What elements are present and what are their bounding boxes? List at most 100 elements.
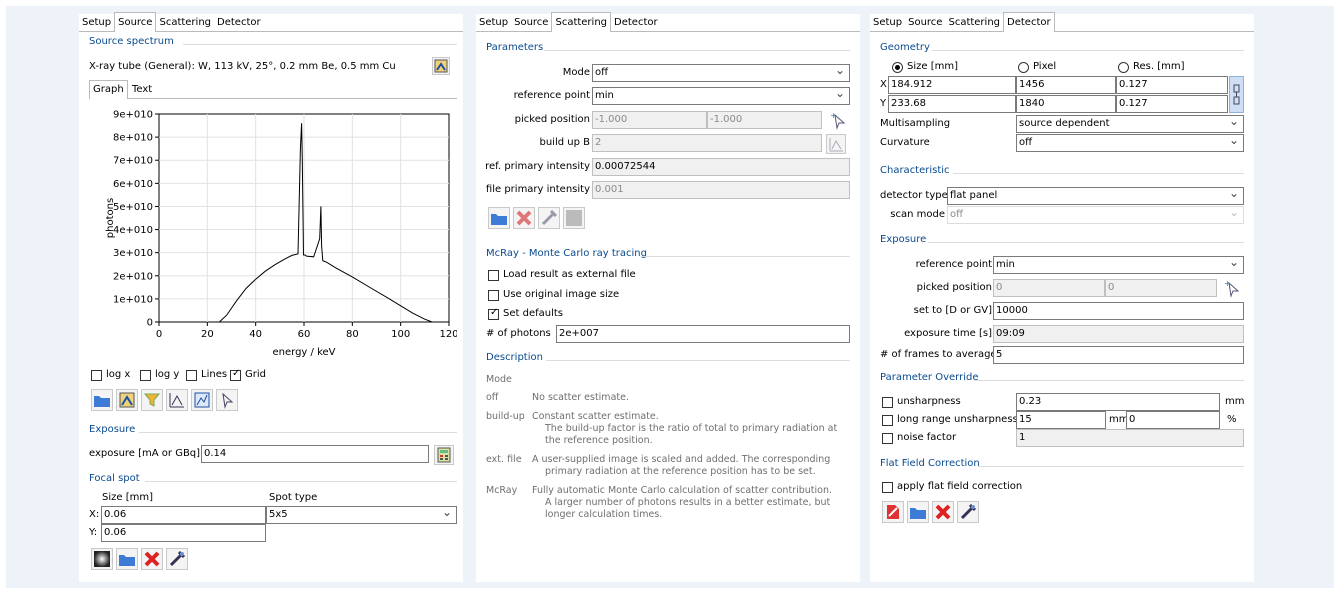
spot-delete-button[interactable] <box>141 548 163 570</box>
folder-icon <box>119 555 135 566</box>
size-radio-label: Size [mm] <box>907 61 958 72</box>
open-button[interactable] <box>91 389 113 411</box>
lines-checkbox[interactable] <box>186 370 197 381</box>
mode-select[interactable]: off <box>592 64 850 82</box>
tab-source[interactable]: Source <box>905 14 945 32</box>
spot-wizard-button[interactable] <box>166 548 188 570</box>
flat-field-checkbox[interactable] <box>882 482 893 493</box>
build-up-input[interactable]: 2 <box>592 134 822 152</box>
long-range-percent-input[interactable]: 0 <box>1126 411 1220 429</box>
edit-chart-icon <box>434 59 448 73</box>
tab-setup[interactable]: Setup <box>476 14 511 32</box>
detector-type-select[interactable]: flat panel <box>947 187 1244 205</box>
scan-mode-select[interactable]: off <box>947 206 1244 224</box>
unsharpness-input[interactable]: 0.23 <box>1016 393 1220 411</box>
long-range-checkbox[interactable] <box>882 415 893 426</box>
multisampling-select[interactable]: source dependent <box>1016 115 1244 133</box>
section-divider <box>975 380 1244 381</box>
size-radio[interactable] <box>892 62 903 73</box>
load-external-label: Load result as external file <box>503 269 636 280</box>
noise-factor-input[interactable]: 1 <box>1016 429 1244 447</box>
picked-y-input[interactable]: -1.000 <box>707 111 822 129</box>
main-tabs: Setup Source Scattering Detector <box>870 12 1055 32</box>
exposure-input[interactable]: 0.14 <box>201 445 429 463</box>
set-defaults-checkbox[interactable] <box>488 307 499 320</box>
ff-open-button[interactable] <box>907 501 929 523</box>
spot-open-button[interactable] <box>116 548 138 570</box>
desc-buildup-text2: The build-up factor is the ratio of tota… <box>545 423 838 434</box>
cursor-button[interactable] <box>216 389 238 411</box>
desc-mcray-key: McRay <box>486 485 518 496</box>
tab-detector[interactable]: Detector <box>1003 12 1055 32</box>
res-radio[interactable] <box>1118 62 1129 73</box>
picked-x-input[interactable]: -1.000 <box>592 111 707 129</box>
x-tick-label: 80 <box>346 329 359 340</box>
unsharpness-checkbox[interactable] <box>882 397 893 408</box>
ff-tool-button[interactable] <box>882 501 904 523</box>
focal-x-input[interactable]: 0.06 <box>101 506 266 524</box>
reference-point-select[interactable]: min <box>993 256 1244 274</box>
focal-y-input[interactable]: 0.06 <box>101 524 266 542</box>
frames-input[interactable]: 5 <box>993 346 1244 364</box>
tab-detector[interactable]: Detector <box>611 14 661 32</box>
pick-cursor-button[interactable]: + <box>828 110 848 130</box>
tab-detector[interactable]: Detector <box>214 14 264 32</box>
tab-setup[interactable]: Setup <box>870 14 905 32</box>
folder-icon <box>491 214 507 225</box>
set-to-input[interactable]: 10000 <box>993 302 1244 320</box>
tab-scattering[interactable]: Scattering <box>156 14 214 32</box>
image-icon <box>566 210 582 226</box>
tab-scattering[interactable]: Scattering <box>945 14 1003 32</box>
ref-intensity-label: ref. primary intensity <box>485 161 590 172</box>
tab-scattering[interactable]: Scattering <box>551 12 612 32</box>
link-aspect-button[interactable] <box>1229 76 1244 113</box>
edit-button[interactable] <box>116 389 138 411</box>
original-size-checkbox[interactable] <box>488 290 499 301</box>
pick-cursor-button[interactable]: + <box>1222 278 1242 298</box>
curvature-select[interactable]: off <box>1016 134 1244 152</box>
scatter-view-button[interactable] <box>563 207 585 229</box>
picked-x-input[interactable]: 0 <box>993 279 1105 297</box>
edit-spectrum-button[interactable] <box>432 57 450 75</box>
measure-button[interactable] <box>166 389 188 411</box>
y-axis-label: photons <box>105 198 116 238</box>
tab-source[interactable]: Source <box>114 12 157 32</box>
spot-view-button[interactable] <box>91 548 113 570</box>
grid-checkbox[interactable] <box>230 368 241 381</box>
photons-input[interactable]: 2e+007 <box>556 325 850 343</box>
build-up-chart-button[interactable] <box>826 134 846 154</box>
y-res-input[interactable]: 0.127 <box>1116 95 1228 113</box>
tab-setup[interactable]: Setup <box>79 14 114 32</box>
tab-source[interactable]: Source <box>511 14 551 32</box>
scatter-wizard-button[interactable] <box>538 207 560 229</box>
scatter-open-button[interactable] <box>488 207 510 229</box>
x-size-input[interactable]: 184.912 <box>888 76 1016 94</box>
section-divider <box>139 432 457 433</box>
logx-checkbox[interactable] <box>91 370 102 381</box>
calculator-button[interactable] <box>434 445 454 465</box>
filter-button[interactable] <box>141 389 163 411</box>
ff-delete-button[interactable] <box>932 501 954 523</box>
logy-checkbox[interactable] <box>140 370 151 381</box>
picked-y-input[interactable]: 0 <box>1105 279 1217 297</box>
section-divider <box>932 50 1244 51</box>
subtab-graph[interactable]: Graph <box>89 80 128 99</box>
x-res-input[interactable]: 0.127 <box>1116 76 1228 94</box>
reference-point-select[interactable]: min <box>592 87 850 105</box>
ff-wizard-button[interactable] <box>957 501 979 523</box>
spot-type-select[interactable]: 5x5 <box>266 506 457 524</box>
noise-factor-checkbox[interactable] <box>882 433 893 444</box>
set-to-label: set to [D or GV] <box>913 305 992 316</box>
cursor-icon: + <box>1224 279 1240 298</box>
y-size-input[interactable]: 233.68 <box>888 95 1016 113</box>
subtab-text[interactable]: Text <box>129 81 155 99</box>
long-range-input[interactable]: 15 <box>1016 411 1106 429</box>
x-pixel-input[interactable]: 1456 <box>1016 76 1116 94</box>
y-pixel-input[interactable]: 1840 <box>1016 95 1116 113</box>
scatter-delete-button[interactable] <box>513 207 535 229</box>
pixel-radio[interactable] <box>1018 62 1029 73</box>
main-tabs: Setup Source Scattering Detector <box>79 12 264 32</box>
chart-button[interactable] <box>191 389 213 411</box>
load-external-checkbox[interactable] <box>488 270 499 281</box>
y-tick-label: 5e+010 <box>113 202 153 213</box>
